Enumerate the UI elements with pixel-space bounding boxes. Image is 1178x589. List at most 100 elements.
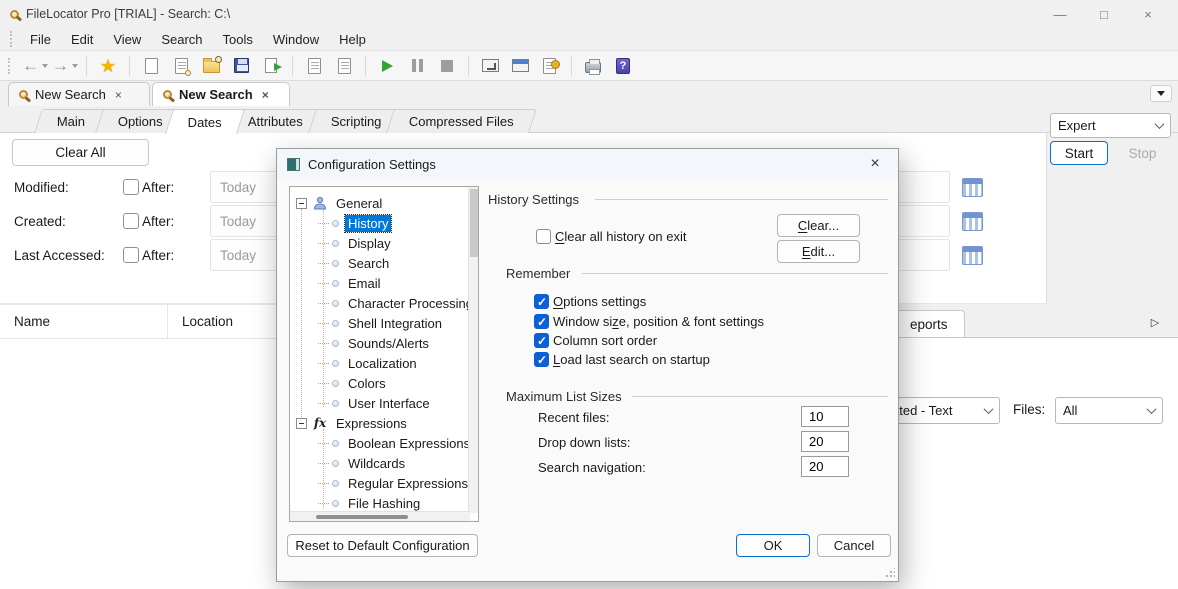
export-button[interactable] [258, 54, 284, 78]
dialog-close-button[interactable]: × [864, 154, 886, 174]
tree-node-boolean-expressions[interactable]: Boolean Expressions [290, 433, 468, 453]
tree-node-colors[interactable]: Colors [290, 373, 468, 393]
created-after-checkbox[interactable] [123, 213, 139, 229]
cancel-button[interactable]: Cancel [817, 534, 891, 557]
tab-close-icon[interactable]: × [115, 88, 122, 102]
clear-all-button[interactable]: Clear All [12, 139, 149, 166]
layout-button[interactable] [507, 54, 533, 78]
last-accessed-calendar-icon[interactable] [962, 246, 983, 265]
tree-node-regular-expressions[interactable]: Regular Expressions [290, 473, 468, 493]
start-search-toolbar-button[interactable] [374, 54, 400, 78]
menu-help[interactable]: Help [329, 30, 376, 49]
search-mode-combobox[interactable]: Expert [1050, 113, 1171, 138]
tree-node-display[interactable]: Display [290, 233, 468, 253]
last-accessed-label: Last Accessed: [14, 248, 134, 263]
resize-grip[interactable] [885, 568, 895, 578]
settings-tree: General History Display Search Email Cha… [289, 186, 479, 522]
search-tab-2-active[interactable]: New Search × [152, 82, 290, 106]
tab-close-icon[interactable]: × [262, 88, 269, 102]
tree-horizontal-scrollbar[interactable] [290, 511, 470, 521]
pause-search-button[interactable] [404, 54, 430, 78]
forward-button[interactable]: → [52, 54, 78, 78]
window-size-checkbox[interactable] [534, 314, 549, 329]
options-settings-checkbox[interactable] [534, 294, 549, 309]
tree-node-general[interactable]: General [290, 193, 468, 213]
new-search-button[interactable] [138, 54, 164, 78]
preview-document-button[interactable] [301, 54, 327, 78]
reset-default-configuration-button[interactable]: Reset to Default Configuration [287, 534, 478, 557]
load-last-search-checkbox[interactable] [534, 352, 549, 367]
tree-node-file-hashing[interactable]: File Hashing [290, 493, 468, 513]
modified-calendar-icon[interactable] [962, 178, 983, 197]
report-options-button[interactable] [537, 54, 563, 78]
help-button[interactable]: ? [610, 54, 636, 78]
open-criteria-button[interactable] [168, 54, 194, 78]
tree-node-character-processing[interactable]: Character Processing [290, 293, 468, 313]
toggle-results-button[interactable] [477, 54, 503, 78]
menu-file[interactable]: File [20, 30, 61, 49]
modified-after-checkbox[interactable] [123, 179, 139, 195]
start-button[interactable]: Start [1050, 141, 1108, 165]
clear-history-on-exit-row: Clear all history on exit [536, 229, 687, 244]
stop-button[interactable]: Stop [1114, 141, 1171, 165]
criteria-tab-strip: Main Options Dates Attributes Scripting … [0, 106, 1178, 133]
column-sort-checkbox[interactable] [534, 333, 549, 348]
minimize-button[interactable]: — [1038, 0, 1082, 28]
after-label: After: [142, 214, 174, 229]
tree-node-user-interface[interactable]: User Interface [290, 393, 468, 413]
tab-dates[interactable]: Dates [165, 109, 245, 134]
user-icon [312, 196, 328, 210]
favorites-button[interactable]: ★ [95, 54, 121, 78]
report-format-combobox[interactable]: ated - Text [884, 397, 1000, 424]
last-accessed-after-checkbox[interactable] [123, 247, 139, 263]
tree-node-email[interactable]: Email [290, 273, 468, 293]
maximize-button[interactable]: □ [1082, 0, 1126, 28]
collapse-icon[interactable] [296, 198, 307, 209]
reports-tab[interactable]: eports [893, 310, 965, 338]
tree-vertical-scrollbar[interactable] [468, 187, 478, 513]
back-button[interactable]: ← [22, 54, 48, 78]
menu-view[interactable]: View [103, 30, 151, 49]
search-navigation-input[interactable] [801, 456, 849, 477]
scrollbar-thumb[interactable] [316, 515, 408, 519]
menu-bar: File Edit View Search Tools Window Help [0, 28, 1178, 50]
tree-node-localization[interactable]: Localization [290, 353, 468, 373]
tab-overflow-button[interactable] [1150, 85, 1172, 102]
printer-icon [585, 62, 601, 73]
tree-node-history[interactable]: History [290, 213, 468, 233]
scrollbar-thumb[interactable] [470, 189, 478, 257]
dialog-title: Configuration Settings [308, 157, 436, 172]
files-combobox[interactable]: All [1055, 397, 1163, 424]
save-button[interactable] [228, 54, 254, 78]
close-button[interactable]: × [1126, 0, 1170, 28]
tab-compressed-files[interactable]: Compressed Files [386, 109, 537, 133]
ok-button[interactable]: OK [736, 534, 810, 557]
group-line [595, 199, 888, 200]
recent-files-input[interactable] [801, 406, 849, 427]
drop-down-lists-label: Drop down lists: [538, 435, 630, 450]
tree-node-expressions[interactable]: fx Expressions [290, 413, 468, 433]
print-button[interactable] [580, 54, 606, 78]
edit-button[interactable]: Edit... [777, 240, 860, 263]
created-calendar-icon[interactable] [962, 212, 983, 231]
menu-tools[interactable]: Tools [213, 30, 263, 49]
tree-node-wildcards[interactable]: Wildcards [290, 453, 468, 473]
tree-node-search[interactable]: Search [290, 253, 468, 273]
window-size-label: Window size, position & font settings [553, 314, 764, 329]
menu-edit[interactable]: Edit [61, 30, 103, 49]
preview-boxed-button[interactable] [331, 54, 357, 78]
tree-node-shell-integration[interactable]: Shell Integration [290, 313, 468, 333]
search-tab-1[interactable]: New Search × [8, 82, 150, 106]
clear-history-checkbox[interactable] [536, 229, 551, 244]
menu-window[interactable]: Window [263, 30, 329, 49]
collapse-icon[interactable] [296, 418, 307, 429]
stop-search-button[interactable] [434, 54, 460, 78]
tree-node-sounds-alerts[interactable]: Sounds/Alerts [290, 333, 468, 353]
menu-search[interactable]: Search [151, 30, 212, 49]
bullet-icon [332, 500, 339, 507]
column-header-name[interactable]: Name [0, 305, 168, 338]
clear-button[interactable]: Clear... [777, 214, 860, 237]
expand-panel-button[interactable]: ▷ [1146, 313, 1164, 331]
drop-down-lists-input[interactable] [801, 431, 849, 452]
open-button[interactable] [198, 54, 224, 78]
